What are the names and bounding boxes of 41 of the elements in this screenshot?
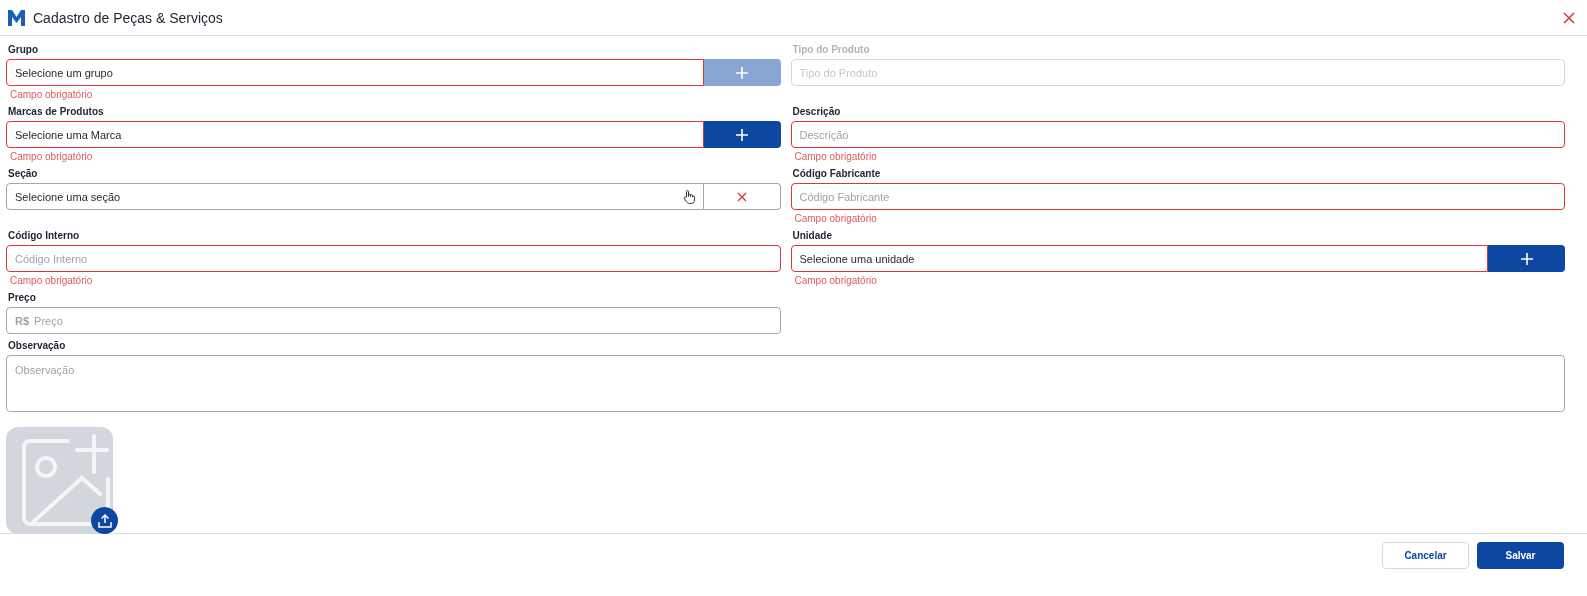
field-label: Grupo [8,44,38,55]
error-message: Campo obrigatório [794,275,877,286]
plus-icon [1520,252,1533,265]
error-message: Campo obrigatório [10,275,93,286]
add-button[interactable] [703,121,781,148]
field-label: Seção [8,168,38,179]
field-label: Descrição [792,106,841,117]
cancel-button[interactable]: Cancelar [1382,542,1469,569]
field-label: Tipo do Produto [792,44,870,55]
select-field[interactable]: Selecione um grupo [6,59,704,86]
error-message: Campo obrigatório [10,89,93,100]
close-button[interactable] [1561,9,1577,26]
close-icon [736,191,747,202]
upload-icon [97,513,112,528]
input-field[interactable]: Código Interno [6,245,781,272]
field-label: Observação [8,340,66,351]
select-field[interactable]: Selecione uma seção [6,183,704,210]
currency-label: R$ [15,314,30,327]
field-label: Código Interno [8,230,80,241]
window-title: Cadastro de Peças & Serviços [33,9,223,26]
field-label: Marcas de Produtos [8,106,104,117]
input-field[interactable]: Código Fabricante [790,183,1565,210]
field-label: Unidade [792,230,832,241]
price-input[interactable]: Preço [34,314,772,327]
error-message: Campo obrigatório [10,151,93,162]
plus-icon [736,128,748,141]
add-button[interactable] [1488,245,1565,272]
field-label: Código Fabricante [792,168,881,179]
input-field[interactable]: Descrição [790,121,1565,148]
select-field[interactable]: Selecione uma Marca [6,121,704,148]
plus-icon [736,66,748,79]
error-message: Campo obrigatório [794,151,877,162]
close-icon [1563,11,1575,24]
save-button[interactable]: Salvar [1477,542,1564,569]
logo-icon [8,9,25,26]
error-message: Campo obrigatório [794,213,877,224]
select-field[interactable]: Selecione uma unidade [790,245,1488,272]
add-image-icon[interactable] [6,427,113,534]
field-label: Preço [8,292,36,303]
notes-field[interactable]: Observação [6,355,1565,412]
input-field: Tipo do Produto [790,59,1565,86]
